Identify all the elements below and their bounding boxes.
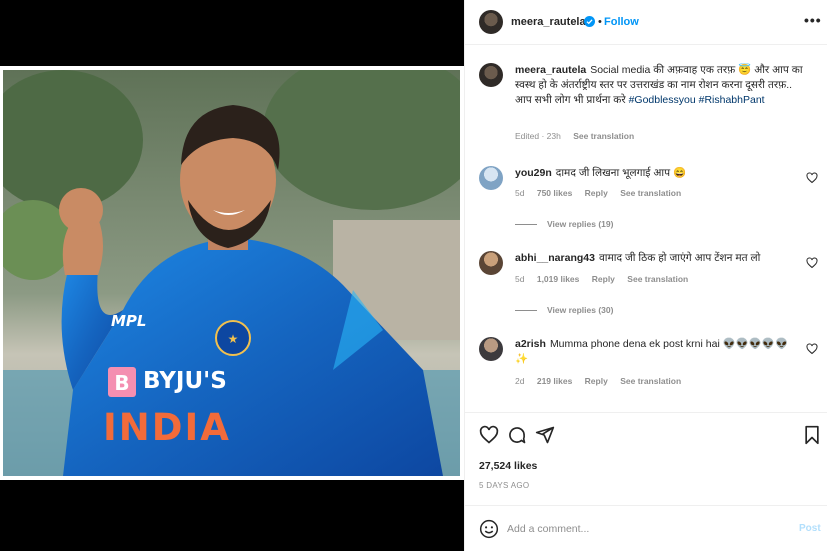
share-icon[interactable] — [535, 425, 555, 445]
comment-avatar[interactable] — [479, 166, 503, 190]
post-header: meera_rautela • Follow ••• — [465, 0, 827, 45]
comment-see-translation[interactable]: See translation — [620, 188, 681, 198]
likes-count[interactable]: 27,524 likes — [479, 460, 537, 472]
comment-text: a2rish Mumma phone dena ek post krni hai … — [515, 337, 795, 367]
replies-line — [515, 310, 537, 312]
comment-input[interactable] — [507, 520, 767, 538]
comment-avatar[interactable] — [479, 251, 503, 275]
comment-avatar[interactable] — [479, 337, 503, 361]
caption-avatar[interactable] — [479, 63, 503, 87]
post-comment-button[interactable]: Post — [799, 523, 821, 534]
comment-meta: 2d 219 likes Reply See translation — [515, 376, 691, 386]
post-details-panel: meera_rautela • Follow ••• meera_rautela… — [464, 0, 827, 551]
svg-text:★: ★ — [228, 332, 239, 346]
comment-body: दामद जी लिखना भूलगाई आप 😄 — [555, 167, 687, 179]
verified-badge-icon — [584, 16, 595, 27]
comment-heart-icon[interactable] — [806, 172, 818, 184]
comment-see-translation[interactable]: See translation — [627, 274, 688, 284]
comment-meta: 5d 1,019 likes Reply See translation — [515, 274, 698, 284]
comment-icon[interactable] — [507, 425, 527, 445]
svg-text:B: B — [114, 371, 129, 395]
post-actions-bar — [465, 412, 827, 458]
jersey-india-text: INDIA — [103, 406, 231, 449]
separator-dot: • — [598, 16, 602, 28]
jersey-sponsor-text: BYJU'S — [143, 368, 227, 394]
view-replies-button[interactable]: View replies (19) — [515, 219, 613, 229]
comment-age: 5d — [515, 188, 525, 198]
caption-hashtags[interactable]: #Godblessyou #RishabhPant — [629, 94, 765, 106]
more-horizontal-icon[interactable]: ••• — [804, 12, 822, 28]
comment-reply-button[interactable]: Reply — [585, 376, 608, 386]
comment-heart-icon[interactable] — [806, 257, 818, 269]
replies-line — [515, 224, 537, 226]
post-time-ago: 5 DAYS AGO — [479, 481, 530, 490]
comment-username[interactable]: a2rish — [515, 338, 546, 350]
post-caption: meera_rautela Social media की अफ़वाह एक त… — [515, 63, 815, 108]
comment-likes[interactable]: 219 likes — [537, 376, 572, 386]
view-replies-label: View replies (30) — [547, 305, 614, 315]
comment-composer: Post — [465, 505, 827, 551]
comment-item: abhi__narang43 वामाद जी ठिक हो जाएंगे आप … — [479, 251, 819, 291]
heart-icon[interactable] — [479, 425, 499, 445]
follow-button[interactable]: Follow — [604, 16, 639, 28]
emoji-icon[interactable] — [479, 519, 499, 539]
comment-reply-button[interactable]: Reply — [592, 274, 615, 284]
comment-see-translation[interactable]: See translation — [620, 376, 681, 386]
author-avatar[interactable] — [479, 10, 503, 34]
comment-username[interactable]: you29n — [515, 167, 552, 179]
comment-reply-button[interactable]: Reply — [585, 188, 608, 198]
view-replies-button[interactable]: View replies (30) — [515, 305, 613, 315]
bookmark-icon[interactable] — [802, 425, 822, 445]
caption-meta: Edited · 23h See translation — [515, 131, 644, 141]
comment-body: वामाद जी ठिक हो जाएंगे आप टेंशन मत लो — [598, 252, 761, 264]
author-username[interactable]: meera_rautela — [511, 16, 586, 28]
comment-meta: 5d 750 likes Reply See translation — [515, 188, 691, 198]
caption-username[interactable]: meera_rautela — [515, 64, 586, 76]
comment-body: Mumma phone dena ek post krni hai 👽👽👽👽👽 … — [515, 338, 789, 365]
cricketer-photo-illustration: ★ B — [3, 70, 460, 476]
comment-age: 5d — [515, 274, 525, 284]
post-photo[interactable]: ★ B MPL BYJU'S INDIA — [3, 70, 460, 476]
photo-frame: ★ B MPL BYJU'S INDIA — [0, 66, 464, 480]
comment-likes[interactable]: 1,019 likes — [537, 274, 580, 284]
comment-item: a2rish Mumma phone dena ek post krni hai … — [479, 337, 819, 389]
edited-label: Edited · 23h — [515, 131, 561, 141]
caption-line2: आप सभी लोग भी प्रार्थना करे — [515, 94, 626, 106]
comment-heart-icon[interactable] — [806, 343, 818, 355]
jersey-brand-text: MPL — [111, 312, 147, 330]
caption-see-translation[interactable]: See translation — [573, 131, 634, 141]
comment-likes[interactable]: 750 likes — [537, 188, 572, 198]
post-media-area: ★ B MPL BYJU'S INDIA — [0, 0, 464, 551]
comment-item: you29n दामद जी लिखना भूलगाई आप 😄 5d 750 l… — [479, 166, 819, 206]
comment-text: abhi__narang43 वामाद जी ठिक हो जाएंगे आप … — [515, 251, 795, 266]
comment-text: you29n दामद जी लिखना भूलगाई आप 😄 — [515, 166, 795, 181]
comment-age: 2d — [515, 376, 525, 386]
view-replies-label: View replies (19) — [547, 219, 614, 229]
comment-username[interactable]: abhi__narang43 — [515, 252, 595, 264]
